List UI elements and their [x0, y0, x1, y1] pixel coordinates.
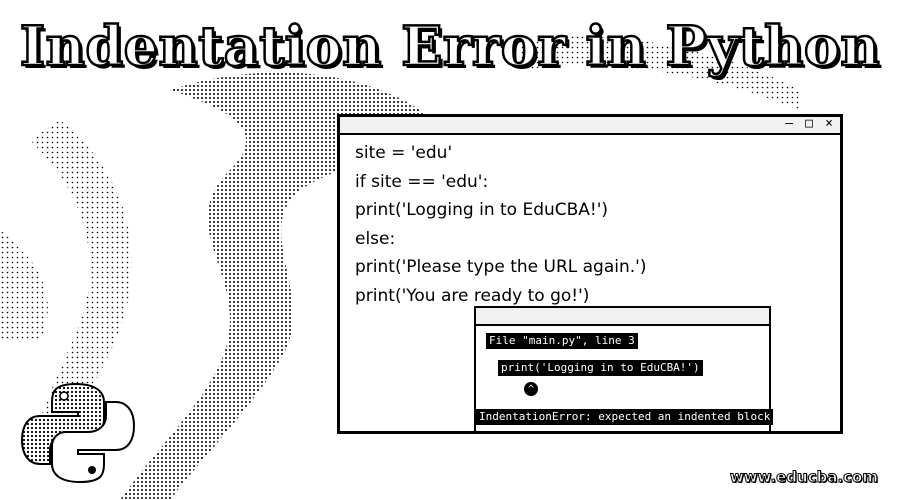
website-watermark: www.educba.com — [729, 468, 878, 487]
code-lines: site = 'edu' if site == 'edu': print('Lo… — [340, 135, 840, 310]
page-title: Indentation Error in Python — [19, 13, 881, 80]
error-message: IndentationError: expected an indented b… — [476, 409, 774, 425]
error-caret-icon: ^ — [524, 382, 538, 396]
code-line: site = 'edu' — [355, 143, 453, 163]
code-line: else: — [355, 228, 396, 249]
error-console-window: File "main.py", line 3 print('Logging in… — [474, 306, 774, 433]
code-line: print('Logging in to EduCBA!') — [355, 200, 609, 220]
code-line: print('Please type the URL again.') — [355, 257, 647, 277]
traceback-code-line: print('Logging in to EduCBA!') — [498, 360, 703, 376]
close-icon[interactable]: × — [822, 116, 836, 132]
maximize-icon[interactable]: □ — [802, 116, 816, 132]
editor-titlebar: – □ × — [340, 116, 840, 135]
python-logo-icon — [20, 382, 136, 484]
console-titlebar — [476, 308, 769, 326]
traceback-file-line: File "main.py", line 3 — [486, 333, 638, 349]
window-controls: – □ × — [782, 116, 836, 132]
minimize-icon[interactable]: – — [782, 116, 796, 132]
code-line: if site == 'edu': — [355, 171, 489, 192]
